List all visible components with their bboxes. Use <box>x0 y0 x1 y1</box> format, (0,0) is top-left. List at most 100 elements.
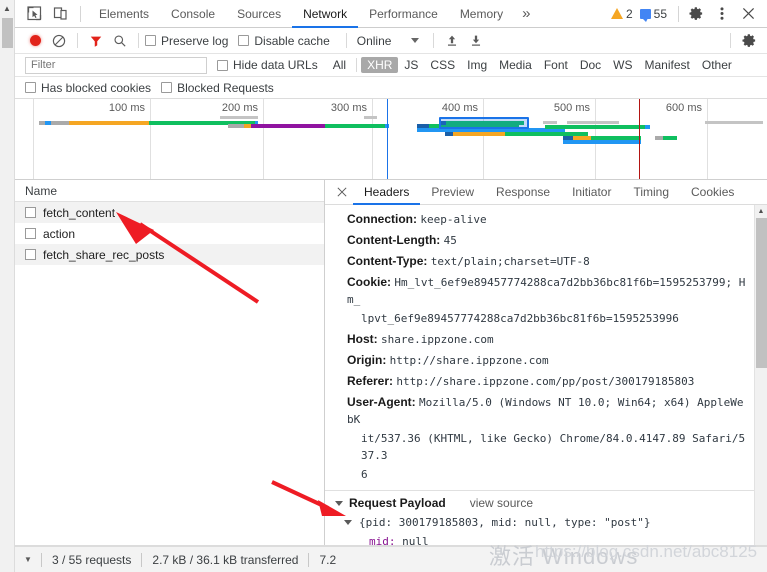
record-icon[interactable] <box>23 29 47 53</box>
has-blocked-cookies-checkbox[interactable]: Has blocked cookies <box>25 81 151 95</box>
payload-key: mid: <box>369 535 396 545</box>
filter-icon[interactable] <box>84 29 108 53</box>
tab-network[interactable]: Network <box>292 0 359 28</box>
preserve-log-checkbox[interactable]: Preserve log <box>145 34 228 48</box>
status-requests: 3 / 55 requests <box>52 552 132 567</box>
filter-type-css[interactable]: CSS <box>424 57 461 73</box>
filter-type-media[interactable]: Media <box>493 57 538 73</box>
filter-type-other[interactable]: Other <box>696 57 738 73</box>
gear-icon[interactable] <box>683 1 709 27</box>
blocked-requests-checkbox[interactable]: Blocked Requests <box>161 81 274 95</box>
import-har-icon[interactable] <box>440 29 464 53</box>
filter-type-js[interactable]: JS <box>398 57 424 73</box>
toolbar-divider-2 <box>138 33 139 48</box>
payload-root-node[interactable]: {pid: 300179185803, mid: null, type: "po… <box>325 514 767 531</box>
tab-preview[interactable]: Preview <box>420 180 485 205</box>
tab-headers[interactable]: Headers <box>353 180 421 205</box>
chevron-down-icon <box>411 38 420 43</box>
overview-selection-highlight[interactable] <box>439 117 529 129</box>
throttle-value: Online <box>356 33 392 48</box>
has-blocked-cookies-label: Has blocked cookies <box>41 80 152 95</box>
close-icon[interactable] <box>331 181 353 203</box>
toolbar-divider-4 <box>433 33 435 48</box>
tab-console[interactable]: Console <box>160 0 226 28</box>
scroll-up-arrow[interactable]: ▲ <box>0 0 15 17</box>
table-row[interactable]: fetch_content <box>15 202 324 223</box>
disable-cache-label: Disable cache <box>254 33 330 48</box>
clear-icon[interactable] <box>47 29 71 53</box>
toolbar-divider <box>77 33 78 48</box>
tab-memory[interactable]: Memory <box>449 0 514 28</box>
throttle-dropdown[interactable]: Online <box>353 34 420 48</box>
filter-type-all[interactable]: All <box>327 57 352 73</box>
tab-performance[interactable]: Performance <box>358 0 449 28</box>
warning-count: 2 <box>625 6 633 21</box>
search-input[interactable] <box>25 56 207 74</box>
overview-tick-100ms: 100 ms <box>108 102 145 114</box>
more-vertical-icon[interactable] <box>709 1 735 27</box>
header-key: Host: <box>347 332 378 346</box>
message-count: 55 <box>653 6 667 21</box>
tab-elements[interactable]: Elements <box>88 0 160 28</box>
network-overview[interactable]: 100 ms 200 ms 300 ms 400 ms 500 ms 600 m… <box>15 99 767 180</box>
inspect-cursor-icon[interactable] <box>21 1 47 27</box>
disable-cache-checkbox[interactable]: Disable cache <box>238 33 330 48</box>
tab-cookies[interactable]: Cookies <box>680 180 745 205</box>
message-badge[interactable]: 55 <box>639 6 667 22</box>
filter-type-manifest[interactable]: Manifest <box>639 57 696 73</box>
scrollbar-thumb[interactable] <box>1 18 13 48</box>
network-toolbar: Preserve log Disable cache Online <box>15 28 767 54</box>
header-key: Referer: <box>347 374 394 388</box>
header-key: Cookie: <box>347 275 392 289</box>
chevron-down-icon[interactable] <box>335 500 343 506</box>
console-drawer-toggle[interactable]: ▼ <box>15 555 41 564</box>
request-column-header-name[interactable]: Name <box>15 180 324 202</box>
load-event-line <box>639 99 640 179</box>
scrollbar-thumb[interactable] <box>756 218 767 368</box>
payload-row-mid[interactable]: mid: null <box>325 531 767 545</box>
table-row[interactable]: fetch_share_rec_posts <box>15 244 324 265</box>
request-list: fetch_content action fetch_share_rec_pos… <box>15 202 324 545</box>
filter-type-doc[interactable]: Doc <box>574 57 607 73</box>
scroll-up-arrow[interactable]: ▲ <box>755 205 767 218</box>
has-blocked-cookies-box <box>25 82 36 93</box>
warning-badge[interactable]: 2 <box>610 6 633 21</box>
device-toolbar-icon[interactable] <box>47 1 73 27</box>
filter-type-img[interactable]: Img <box>461 57 493 73</box>
overview-tick-200ms: 200 ms <box>221 102 258 114</box>
filter-type-xhr[interactable]: XHR <box>361 57 399 73</box>
request-checkbox[interactable] <box>25 228 36 239</box>
search-icon[interactable] <box>108 29 132 53</box>
preserve-log-label: Preserve log <box>161 33 229 48</box>
header-user-agent: User-Agent: Mozilla/5.0 (Windows NT 10.0… <box>325 392 767 430</box>
request-checkbox[interactable] <box>25 207 36 218</box>
header-value: text/plain;charset=UTF-8 <box>430 255 590 268</box>
filter-type-font[interactable]: Font <box>538 57 574 73</box>
request-payload-section-header[interactable]: Request Payload view source <box>325 491 767 514</box>
request-checkbox[interactable] <box>25 249 36 260</box>
status-transferred: 2.7 kB / 36.1 kB transferred <box>152 552 299 567</box>
tabbar-divider <box>80 5 81 22</box>
view-source-link[interactable]: view source <box>470 496 533 510</box>
more-tabs-button[interactable]: » <box>514 0 538 28</box>
page-scrollbar[interactable]: ▲ <box>0 0 15 572</box>
filter-type-ws[interactable]: WS <box>607 57 638 73</box>
header-key: Content-Length: <box>347 233 441 247</box>
header-content-type: Content-Type: text/plain;charset=UTF-8 <box>325 251 767 272</box>
close-icon[interactable] <box>735 1 761 27</box>
header-user-agent-continuation: it/537.36 (KHTML, like Gecko) Chrome/84.… <box>361 432 746 462</box>
table-row[interactable]: action <box>15 223 324 244</box>
export-har-icon[interactable] <box>464 29 488 53</box>
overview-tick-400ms: 400 ms <box>441 102 478 114</box>
chevron-down-icon[interactable] <box>344 520 352 525</box>
overview-tick-600ms: 600 ms <box>665 102 702 114</box>
tab-initiator[interactable]: Initiator <box>561 180 622 205</box>
tab-timing[interactable]: Timing <box>622 180 680 205</box>
hide-data-urls-checkbox[interactable]: Hide data URLs <box>217 58 318 72</box>
headers-body: Connection: keep-alive Content-Length: 4… <box>325 205 767 545</box>
header-content-length: Content-Length: 45 <box>325 230 767 251</box>
detail-scrollbar[interactable]: ▲ <box>754 205 767 545</box>
tab-response[interactable]: Response <box>485 180 561 205</box>
network-settings-gear-icon[interactable] <box>737 29 761 53</box>
tab-sources[interactable]: Sources <box>226 0 292 28</box>
